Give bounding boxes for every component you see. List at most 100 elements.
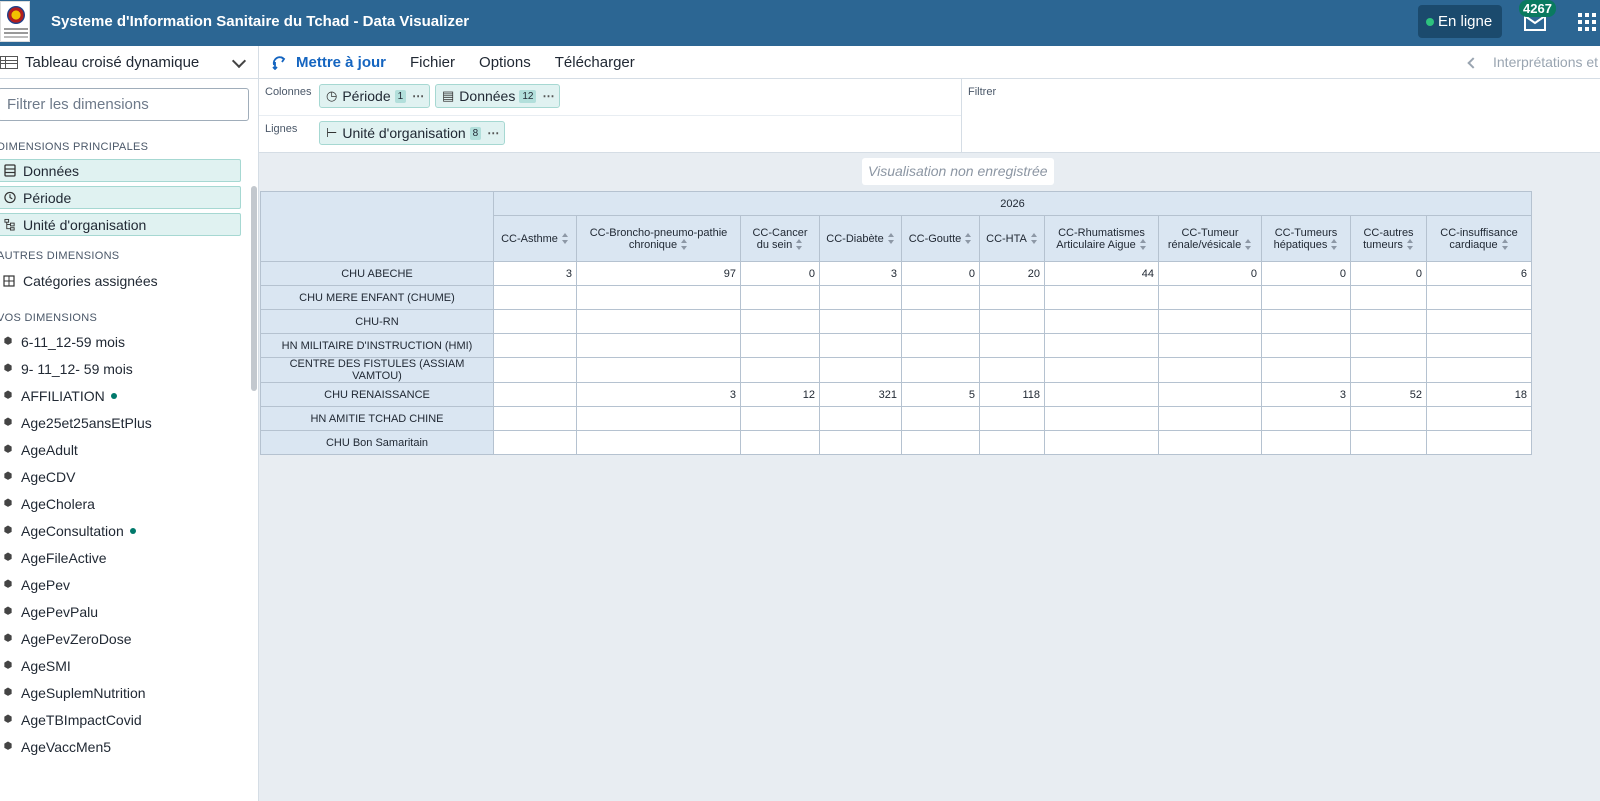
table-cell[interactable] <box>740 357 820 383</box>
table-cell[interactable] <box>1426 333 1532 358</box>
table-cell[interactable] <box>979 333 1045 358</box>
more-options-icon[interactable]: ⋯ <box>487 126 500 140</box>
table-cell[interactable] <box>1044 285 1159 310</box>
table-cell[interactable] <box>1261 309 1351 334</box>
table-cell[interactable]: 97 <box>576 261 741 286</box>
table-cell[interactable]: 12 <box>740 382 820 407</box>
options-button[interactable]: Options <box>479 54 531 71</box>
table-cell[interactable] <box>1044 333 1159 358</box>
table-cell[interactable] <box>1261 285 1351 310</box>
table-cell[interactable] <box>1158 406 1262 431</box>
table-cell[interactable]: 0 <box>1261 261 1351 286</box>
table-cell[interactable] <box>740 309 820 334</box>
table-cell[interactable] <box>493 333 577 358</box>
table-cell[interactable]: 0 <box>901 261 980 286</box>
more-options-icon[interactable]: ⋯ <box>542 89 555 103</box>
dimension-item[interactable]: ⬢ Age25et25ansEtPlus <box>0 409 258 436</box>
table-cell[interactable] <box>1350 406 1427 431</box>
dimension-item[interactable]: ⬢ AgeAdult <box>0 436 258 463</box>
more-options-icon[interactable]: ⋯ <box>412 89 425 103</box>
chip-data[interactable]: ▤ Données 12 ⋯ <box>435 84 561 108</box>
table-cell[interactable] <box>979 406 1045 431</box>
table-cell[interactable] <box>1261 357 1351 383</box>
column-header[interactable]: CC-autres tumeurs <box>1350 215 1427 262</box>
table-cell[interactable] <box>740 333 820 358</box>
table-cell[interactable]: 3 <box>493 261 577 286</box>
table-cell[interactable] <box>1158 309 1262 334</box>
table-cell[interactable]: 0 <box>740 261 820 286</box>
sort-icon[interactable] <box>561 233 569 245</box>
sort-icon[interactable] <box>887 233 895 245</box>
sort-icon[interactable] <box>965 233 972 245</box>
table-cell[interactable] <box>819 430 902 455</box>
table-cell[interactable] <box>493 382 577 407</box>
sort-icon[interactable] <box>681 239 688 251</box>
column-header[interactable]: CC-Asthme <box>493 215 577 262</box>
table-cell[interactable]: 3 <box>819 261 902 286</box>
table-cell[interactable] <box>1158 357 1262 383</box>
chip-org-unit[interactable]: ⊢ Unité d'organisation 8 ⋯ <box>319 121 506 145</box>
table-cell[interactable] <box>1350 309 1427 334</box>
table-cell[interactable] <box>819 357 902 383</box>
column-header[interactable]: CC-Tumeurs hépatiques <box>1261 215 1351 262</box>
column-header[interactable]: CC-insuffisance cardiaque <box>1426 215 1532 262</box>
file-menu-button[interactable]: Fichier <box>410 54 455 71</box>
sort-icon[interactable] <box>796 239 803 251</box>
dimension-item[interactable]: ⬢ AFFILIATION <box>0 382 258 409</box>
column-header[interactable]: CC-Rhumatismes Articulaire Aigue <box>1044 215 1159 262</box>
sort-icon[interactable] <box>1501 239 1509 251</box>
table-cell[interactable] <box>819 333 902 358</box>
table-cell[interactable] <box>1350 430 1427 455</box>
table-cell[interactable] <box>979 285 1045 310</box>
table-cell[interactable] <box>1426 357 1532 383</box>
column-header[interactable]: CC-Tumeur rénale/vésicale <box>1158 215 1262 262</box>
table-cell[interactable] <box>901 430 980 455</box>
dimension-item[interactable]: ⬢ AgePevZeroDose <box>0 625 258 652</box>
sort-icon[interactable] <box>1245 239 1252 251</box>
dimension-item[interactable]: ⬢ 9- 11_12- 59 mois <box>0 355 258 382</box>
table-cell[interactable] <box>740 285 820 310</box>
table-cell[interactable] <box>901 406 980 431</box>
table-cell[interactable]: 18 <box>1426 382 1532 407</box>
table-cell[interactable]: 321 <box>819 382 902 407</box>
table-cell[interactable]: 3 <box>576 382 741 407</box>
column-header[interactable]: CC-Diabète <box>819 215 902 262</box>
column-header[interactable]: CC-Broncho-pneumo-pathie chronique <box>576 215 741 262</box>
table-cell[interactable] <box>493 430 577 455</box>
dimension-item[interactable]: ⬢ AgeSuplemNutrition <box>0 679 258 706</box>
sort-icon[interactable] <box>1139 239 1147 251</box>
dimension-item[interactable]: ⬢ AgeVaccMen5 <box>0 733 258 760</box>
table-cell[interactable] <box>1158 285 1262 310</box>
table-cell[interactable] <box>1044 382 1159 407</box>
table-cell[interactable]: 52 <box>1350 382 1427 407</box>
table-cell[interactable] <box>576 309 741 334</box>
table-cell[interactable] <box>1350 333 1427 358</box>
column-header[interactable]: CC-Goutte <box>901 215 980 262</box>
table-cell[interactable] <box>979 309 1045 334</box>
dimension-data[interactable]: Données <box>0 159 241 182</box>
table-cell[interactable] <box>1158 382 1262 407</box>
table-cell[interactable] <box>576 430 741 455</box>
table-cell[interactable] <box>1044 406 1159 431</box>
table-cell[interactable] <box>1426 406 1532 431</box>
visualization-type-selector[interactable]: Tableau croisé dynamique <box>0 46 258 79</box>
column-header[interactable]: CC-HTA <box>979 215 1045 262</box>
table-cell[interactable] <box>493 357 577 383</box>
dimension-assigned-categories[interactable]: Catégories assignées <box>0 266 258 296</box>
dimension-period[interactable]: Période <box>0 186 241 209</box>
table-cell[interactable]: 3 <box>1261 382 1351 407</box>
table-cell[interactable]: 44 <box>1044 261 1159 286</box>
dimension-org-unit[interactable]: Unité d'organisation <box>0 213 241 236</box>
table-cell[interactable] <box>901 333 980 358</box>
dimension-item[interactable]: ⬢ AgePev <box>0 571 258 598</box>
table-cell[interactable] <box>1426 309 1532 334</box>
table-cell[interactable] <box>819 406 902 431</box>
table-cell[interactable] <box>576 285 741 310</box>
dimension-filter-input[interactable] <box>0 88 249 121</box>
table-cell[interactable] <box>1044 357 1159 383</box>
table-cell[interactable] <box>493 309 577 334</box>
sort-icon[interactable] <box>1406 239 1414 251</box>
table-cell[interactable] <box>576 406 741 431</box>
apps-grid-icon[interactable] <box>1578 13 1596 31</box>
interpretations-toggle[interactable]: Interprétations et <box>1467 54 1598 70</box>
